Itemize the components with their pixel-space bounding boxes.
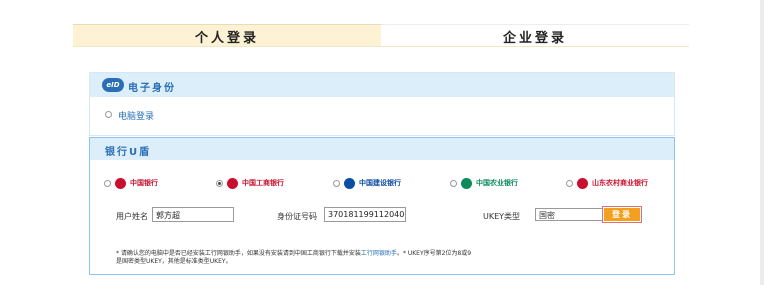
bank-name: 中国银行 (130, 179, 158, 187)
bank-radio[interactable] (216, 179, 223, 187)
tab-divider (73, 46, 689, 47)
bank-option-ccb[interactable]: 中国建设银行 (333, 176, 401, 190)
id-number-label: 身份证号码 (277, 212, 317, 221)
bank-name: 中国工商银行 (242, 179, 284, 187)
bank-radio[interactable] (333, 179, 340, 187)
user-name-label: 用户姓名 (116, 212, 148, 221)
user-name-input[interactable]: 郭方超 (152, 207, 234, 222)
bank-name: 中国建设银行 (359, 179, 401, 187)
id-number-input[interactable]: 370181199112040014 (324, 207, 406, 222)
ukey-help-note: * 请确认您的电脑中是否已经安装工行网银助手，如果没有安装请到中国工商银行下载并… (116, 250, 476, 266)
eid-computer-login-link[interactable]: 电脑登录 (118, 109, 154, 122)
bank-name: 中国农业银行 (476, 179, 518, 187)
ukey-panel-header: 银行U盾 (90, 138, 674, 160)
tab-enterprise-login[interactable]: 企业登录 (381, 24, 689, 47)
bank-option-sdrcb[interactable]: 山东农村商业银行 (566, 176, 648, 190)
bank-radio[interactable] (566, 179, 573, 187)
bank-radio[interactable] (450, 179, 457, 187)
ukey-type-value: 国密 (539, 211, 555, 220)
bank-radio[interactable] (104, 179, 111, 187)
note-text-1: * 请确认您的电脑中是否已经安装工行网银助手，如果没有安装请到中国工商银行下载并… (116, 250, 361, 257)
eid-panel: eID 电子身份 电脑登录 (89, 72, 675, 136)
ccb-logo-icon (344, 177, 355, 189)
window-edge (760, 0, 764, 285)
tab-personal-login[interactable]: 个人登录 (73, 24, 381, 47)
bank-name: 山东农村商业银行 (592, 179, 648, 187)
ukey-panel-title: 银行U盾 (105, 147, 152, 158)
eid-logo-icon: eID (102, 78, 124, 92)
abc-logo-icon (461, 177, 472, 189)
ukey-panel: 银行U盾 中国银行 中国工商银行 中国建设银行 中国农业银行 山东农村商业银行 … (89, 137, 675, 275)
bank-option-boc[interactable]: 中国银行 (104, 176, 158, 190)
icbc-logo-icon (227, 177, 238, 189)
login-button[interactable]: 登录 (602, 206, 642, 223)
eid-panel-title: 电子身份 (128, 83, 176, 94)
sdrcb-logo-icon (577, 177, 588, 189)
ukey-type-label: UKEY类型 (483, 212, 521, 221)
bank-option-icbc[interactable]: 中国工商银行 (216, 176, 284, 190)
login-button-label: 登录 (604, 208, 640, 221)
eid-panel-header: eID 电子身份 (90, 73, 674, 97)
eid-computer-login-radio[interactable] (105, 111, 112, 118)
bank-option-abc[interactable]: 中国农业银行 (450, 176, 518, 190)
icbc-assistant-link[interactable]: 工行网银助手 (361, 250, 397, 257)
bank-of-china-logo-icon (115, 177, 126, 189)
